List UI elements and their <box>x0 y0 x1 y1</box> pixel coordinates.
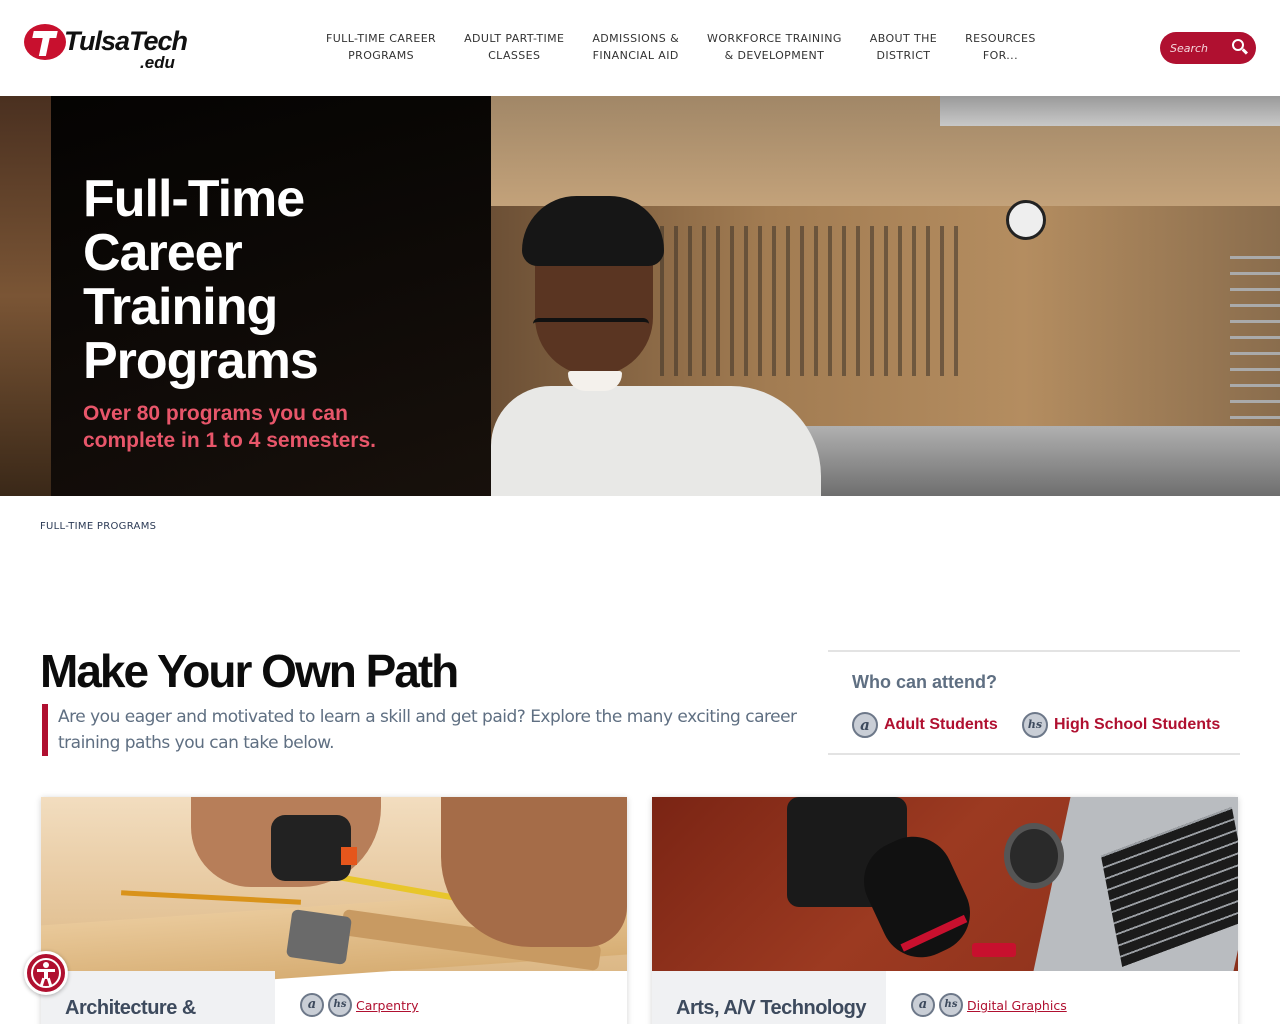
nav-workforce-training[interactable]: WORKFORCE TRAINING & DEVELOPMENT <box>693 30 856 70</box>
digital-graphics-photo <box>652 797 1238 971</box>
program-link-carpentry[interactable]: Carpentry <box>356 998 419 1013</box>
nav-resources-for[interactable]: RESOURCES FOR... <box>951 30 1050 70</box>
nav-about-the-district[interactable]: ABOUT THE DISTRICT <box>856 30 951 70</box>
site-header: TulsaTech .edu FULL-TIME CAREER PROGRAMS… <box>0 0 1280 96</box>
hero-photo-edge <box>0 96 51 496</box>
search-box <box>1160 32 1256 64</box>
logo-t-icon <box>24 24 66 60</box>
nav-adult-part-time-classes[interactable]: ADULT PART-TIME CLASSES <box>450 30 578 70</box>
search-button[interactable] <box>1226 34 1254 62</box>
adult-badge-icon: a <box>300 993 324 1017</box>
program-link-digital-graphics[interactable]: Digital Graphics <box>967 998 1067 1013</box>
high-school-badge-icon: hs <box>939 993 963 1017</box>
logo-suffix: .edu <box>140 53 175 72</box>
adult-students-link[interactable]: Adult Students <box>884 716 998 734</box>
category-panel: Architecture & Construction <box>41 971 275 1024</box>
nav-full-time-career-programs[interactable]: FULL-TIME CAREER PROGRAMS <box>312 30 450 70</box>
high-school-badge-icon: hs <box>328 993 352 1017</box>
tulsatech-logo[interactable]: TulsaTech .edu <box>24 24 188 74</box>
high-school-badge-icon: hs <box>1022 712 1048 738</box>
wall-clock-icon <box>1006 200 1046 240</box>
category-title[interactable]: Architecture & Construction <box>65 995 265 1024</box>
main-nav: FULL-TIME CAREER PROGRAMS ADULT PART-TIM… <box>312 30 1050 70</box>
carpentry-photo <box>41 797 627 996</box>
nav-admissions-financial-aid[interactable]: ADMISSIONS & FINANCIAL AID <box>578 30 693 70</box>
hero-title: Full-Time Career Training Programs <box>83 170 319 390</box>
tape-measure-icon <box>271 815 357 881</box>
accessibility-button[interactable] <box>24 951 68 995</box>
program-row: a hs Digital Graphics <box>911 993 1211 1019</box>
section-title: Make Your Own Path <box>40 645 459 697</box>
category-title[interactable]: Arts, A/V Technology <box>676 995 876 1021</box>
intro-lead: Are you eager and motivated to learn a s… <box>42 704 812 756</box>
hero-subtitle: Over 80 programs you can complete in 1 t… <box>83 402 376 452</box>
breadcrumb[interactable]: FULL-TIME PROGRAMS <box>40 521 156 532</box>
program-row: a hs Carpentry <box>300 993 600 1019</box>
who-can-attend-panel: Who can attend? a Adult Students hs High… <box>828 650 1240 755</box>
high-school-students-link[interactable]: High School Students <box>1054 716 1220 734</box>
who-can-attend-heading: Who can attend? <box>852 672 997 692</box>
adult-badge-icon: a <box>911 993 935 1017</box>
program-card-architecture: Architecture & Construction <box>41 797 627 1024</box>
category-panel: Arts, A/V Technology <box>652 971 886 1024</box>
program-card-arts-av: Arts, A/V Technology <box>652 797 1238 1024</box>
search-input[interactable] <box>1170 39 1226 57</box>
adult-badge-icon: a <box>852 712 878 738</box>
